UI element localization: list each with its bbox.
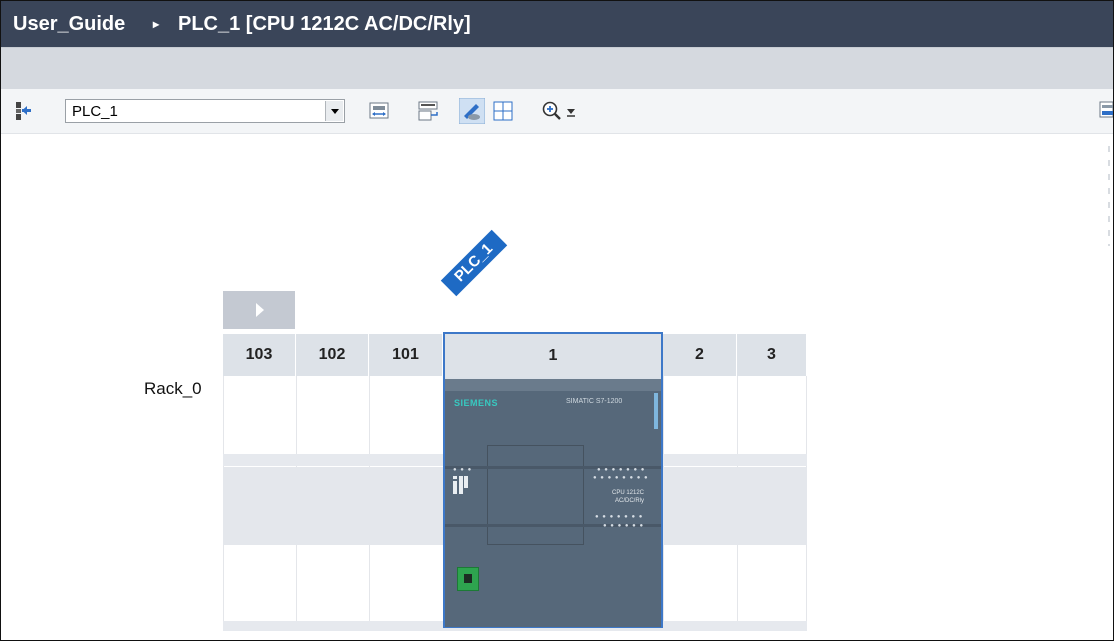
- slot-header-103: 103: [223, 334, 296, 376]
- cpu-status-led: [654, 393, 658, 429]
- cpu-front-window: [487, 445, 584, 545]
- zoom-options-icon[interactable]: [564, 100, 578, 122]
- terminal-dots: ● ● ● ● ● ● ●: [597, 467, 646, 473]
- device-select-value: PLC_1: [72, 103, 118, 120]
- terminal-dots: ● ● ● ● ● ● ●: [595, 514, 644, 520]
- cpu-module-top: [445, 379, 661, 391]
- slot-header-101: 101: [369, 334, 443, 376]
- network-view-icon[interactable]: [13, 100, 35, 122]
- cpu-name-line1: CPU 1212C: [612, 490, 645, 496]
- terminal-dots: ● ● ● ● ● ●: [603, 523, 645, 529]
- name-display-icon[interactable]: [417, 100, 439, 122]
- ethernet-port-icon[interactable]: [457, 567, 479, 591]
- cpu-brand: SIEMENS: [454, 398, 499, 408]
- device-view-toolbar: PLC_1: [1, 89, 1113, 134]
- page-break-icon[interactable]: [492, 100, 514, 122]
- slot-header-2: 2: [663, 334, 737, 376]
- cpu-name-line2: AC/DC/Rly: [615, 498, 645, 504]
- breadcrumb-device[interactable]: PLC_1 [CPU 1212C AC/DC/Rly]: [178, 1, 471, 47]
- chevron-down-icon[interactable]: [325, 101, 343, 121]
- breadcrumb-separator-icon: ▸: [153, 17, 160, 31]
- slot-header-3: 3: [737, 334, 807, 376]
- breadcrumb: User_Guide ▸ PLC_1 [CPU 1212C AC/DC/Rly]: [1, 1, 1113, 47]
- slot-header-102: 102: [296, 334, 369, 376]
- device-view-window: User_Guide ▸ PLC_1 [CPU 1212C AC/DC/Rly]…: [0, 0, 1114, 641]
- slot-header-1: 1: [445, 334, 661, 377]
- breadcrumb-project[interactable]: User_Guide: [13, 1, 125, 47]
- hardware-catalog-icon[interactable]: [1099, 100, 1113, 120]
- cpu-series: SIMATIC S7-1200: [566, 398, 623, 405]
- terminal-dots: ● ● ● ● ● ● ● ●: [593, 475, 649, 481]
- io-port-icon: [453, 476, 468, 494]
- zoom-in-icon[interactable]: [541, 100, 563, 122]
- device-overview-icon[interactable]: [368, 100, 390, 122]
- collapsed-panel-strip[interactable]: [1105, 141, 1113, 251]
- device-select[interactable]: PLC_1: [65, 99, 345, 123]
- rack-label: Rack_0: [144, 379, 202, 398]
- show-module-labels-icon[interactable]: [459, 98, 485, 124]
- tab-strip: [1, 47, 1113, 90]
- terminal-dots: ● ● ●: [453, 467, 473, 473]
- expand-rack-arrow-icon[interactable]: [223, 291, 295, 329]
- cpu-name-label: CPU 1212C AC/DC/Rly: [612, 489, 644, 505]
